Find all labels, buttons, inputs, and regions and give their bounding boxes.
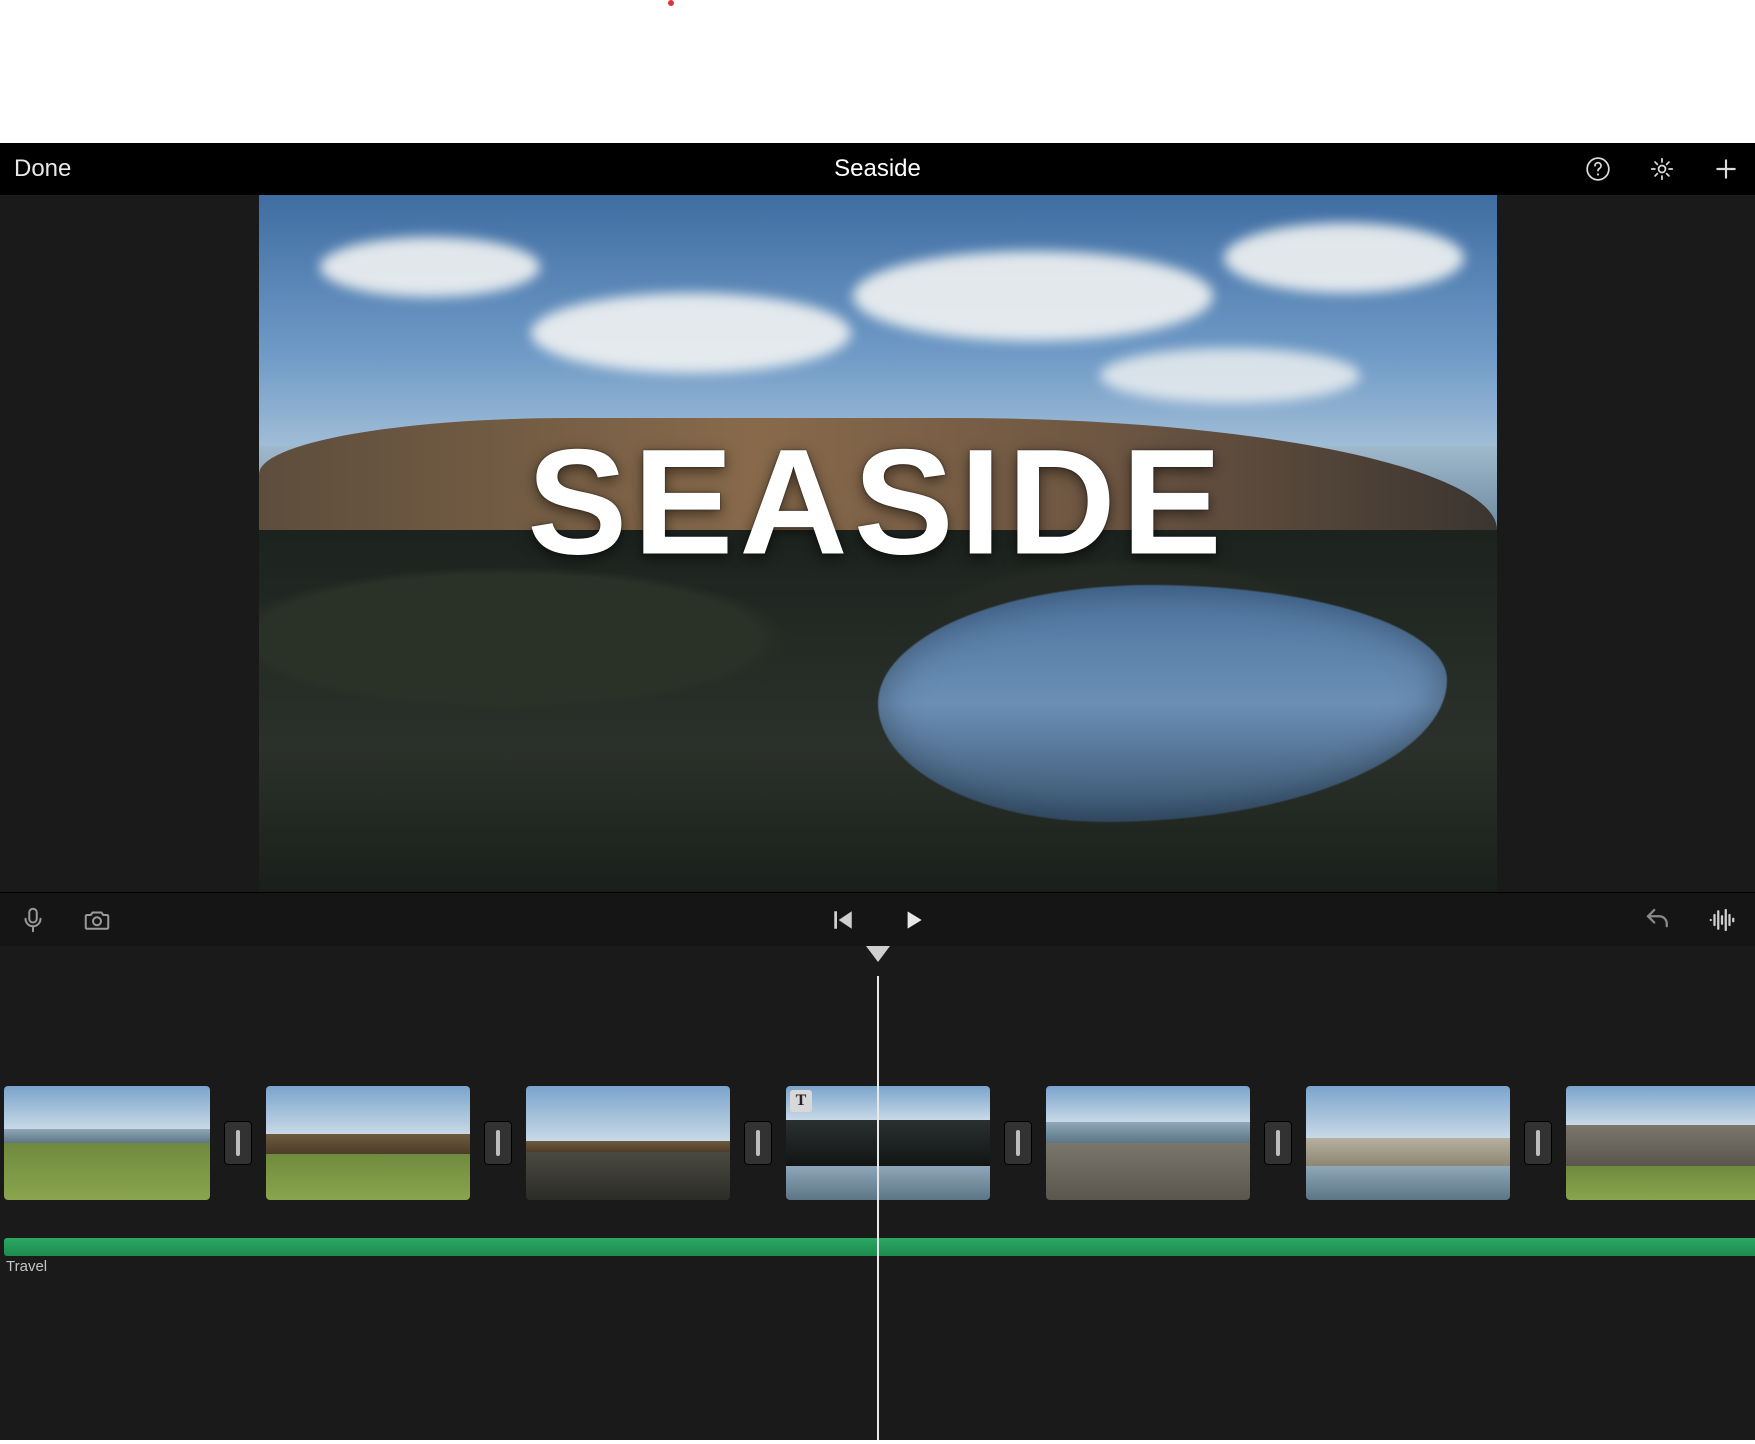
transport-center-controls bbox=[828, 905, 928, 935]
timeline-clip[interactable] bbox=[266, 1086, 470, 1200]
timeline[interactable]: T bbox=[0, 946, 1755, 1440]
timeline-clip[interactable] bbox=[1566, 1086, 1755, 1200]
timeline-clip[interactable] bbox=[1306, 1086, 1510, 1200]
page-top-whitespace bbox=[0, 0, 1755, 143]
audio-track[interactable] bbox=[4, 1238, 1755, 1256]
red-marker-dot bbox=[668, 0, 674, 6]
transition-marker[interactable] bbox=[484, 1121, 512, 1165]
preview-area: SEASIDE bbox=[0, 195, 1755, 892]
playhead-line[interactable] bbox=[877, 976, 879, 1440]
audio-track-label: Travel bbox=[6, 1258, 47, 1275]
project-title: Seaside bbox=[834, 155, 921, 183]
timeline-clip[interactable] bbox=[526, 1086, 730, 1200]
camera-icon[interactable] bbox=[82, 905, 112, 935]
plus-icon[interactable] bbox=[1711, 154, 1741, 184]
header-right-group bbox=[1583, 154, 1741, 184]
play-icon[interactable] bbox=[898, 905, 928, 935]
transition-marker[interactable] bbox=[1524, 1121, 1552, 1165]
transition-marker[interactable] bbox=[1264, 1121, 1292, 1165]
skip-to-start-icon[interactable] bbox=[828, 905, 858, 935]
title-badge-icon: T bbox=[790, 1090, 812, 1112]
waveform-icon[interactable] bbox=[1707, 905, 1737, 935]
timeline-clip[interactable]: T bbox=[786, 1086, 990, 1200]
video-editor-app: Done Seaside bbox=[0, 143, 1755, 1440]
preview-cloud bbox=[853, 251, 1213, 341]
playhead-caret[interactable] bbox=[866, 946, 890, 962]
title-overlay-text: SEASIDE bbox=[259, 415, 1497, 588]
transition-marker[interactable] bbox=[224, 1121, 252, 1165]
transport-left-tools bbox=[18, 905, 112, 935]
header-bar: Done Seaside bbox=[0, 143, 1755, 195]
preview-cloud bbox=[531, 293, 851, 373]
preview-cloud bbox=[320, 237, 540, 297]
preview-cloud bbox=[1224, 223, 1464, 293]
timeline-clip[interactable] bbox=[4, 1086, 210, 1200]
gear-icon[interactable] bbox=[1647, 154, 1677, 184]
timeline-clip[interactable] bbox=[1046, 1086, 1250, 1200]
undo-icon[interactable] bbox=[1643, 905, 1673, 935]
transport-bar bbox=[0, 892, 1755, 946]
done-button[interactable]: Done bbox=[14, 155, 71, 183]
preview-viewport[interactable]: SEASIDE bbox=[259, 195, 1497, 892]
microphone-icon[interactable] bbox=[18, 905, 48, 935]
transition-marker[interactable] bbox=[744, 1121, 772, 1165]
help-icon[interactable] bbox=[1583, 154, 1613, 184]
transition-marker[interactable] bbox=[1004, 1121, 1032, 1165]
transport-right-tools bbox=[1643, 905, 1737, 935]
